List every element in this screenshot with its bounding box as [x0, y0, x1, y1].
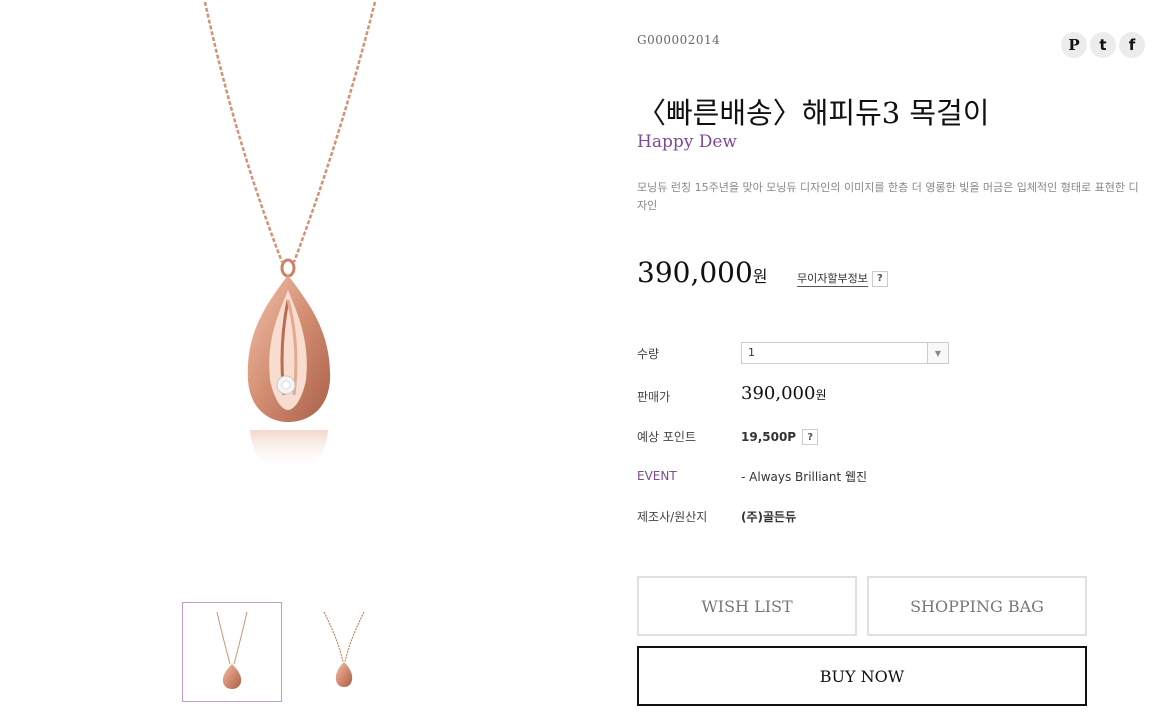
shopping-bag-button[interactable]: SHOPPING BAG	[867, 576, 1087, 636]
sale-price-label: 판매가	[637, 390, 671, 404]
tumblr-icon: t	[1099, 36, 1107, 54]
sale-price-number: 390,000	[741, 383, 816, 404]
product-code: G000002014	[637, 33, 721, 47]
product-main-image	[203, 1, 377, 472]
event-link[interactable]: - Always Brilliant 웹진	[741, 468, 867, 485]
maker-label: 제조사/원산지	[637, 510, 708, 524]
product-description: 모닝듀 런칭 15주년을 맞아 모닝듀 디자인의 이미지를 한층 더 영롱한 빛…	[637, 181, 1139, 212]
thumbnail-1-image	[216, 612, 248, 689]
quantity-label: 수량	[637, 347, 660, 361]
quantity-value: 1	[748, 346, 755, 359]
thumbnail-2-image	[323, 612, 365, 687]
quantity-select[interactable]: 1 ▼	[741, 342, 949, 364]
product-title: 〈빠른배송〉해피듀3 목걸이	[637, 96, 990, 130]
installment-help-icon[interactable]: ?	[871, 270, 888, 287]
product-price: 390,000원	[637, 256, 768, 289]
maker-value: (주)골든듀	[741, 510, 797, 524]
product-subtitle: Happy Dew	[637, 132, 737, 152]
wish-list-button[interactable]: WISH LIST	[637, 576, 857, 636]
points-help-icon[interactable]: ?	[802, 429, 819, 445]
tumblr-share-button[interactable]: t	[1090, 32, 1116, 58]
buy-now-button[interactable]: BUY NOW	[637, 646, 1087, 706]
thumbnail-1[interactable]	[182, 602, 282, 702]
facebook-share-button[interactable]: f	[1119, 32, 1145, 58]
installment-info-label[interactable]: 무이자할부정보	[797, 270, 868, 287]
product-price-number: 390,000	[637, 256, 753, 289]
points-value: 19,500P	[741, 430, 797, 444]
sale-price: 390,000원	[741, 383, 826, 404]
sale-price-unit: 원	[815, 388, 827, 402]
points-value-row: 19,500P ?	[741, 429, 819, 445]
product-price-unit: 원	[752, 267, 768, 286]
thumbnail-2[interactable]	[294, 602, 394, 702]
pinterest-icon: P	[1068, 36, 1080, 54]
pinterest-share-button[interactable]: P	[1061, 32, 1087, 58]
installment-info[interactable]: 무이자할부정보 ?	[797, 270, 888, 287]
chevron-down-icon[interactable]: ▼	[927, 343, 948, 363]
points-label: 예상 포인트	[637, 430, 697, 444]
event-label: EVENT	[637, 469, 677, 483]
facebook-icon: f	[1128, 36, 1136, 54]
